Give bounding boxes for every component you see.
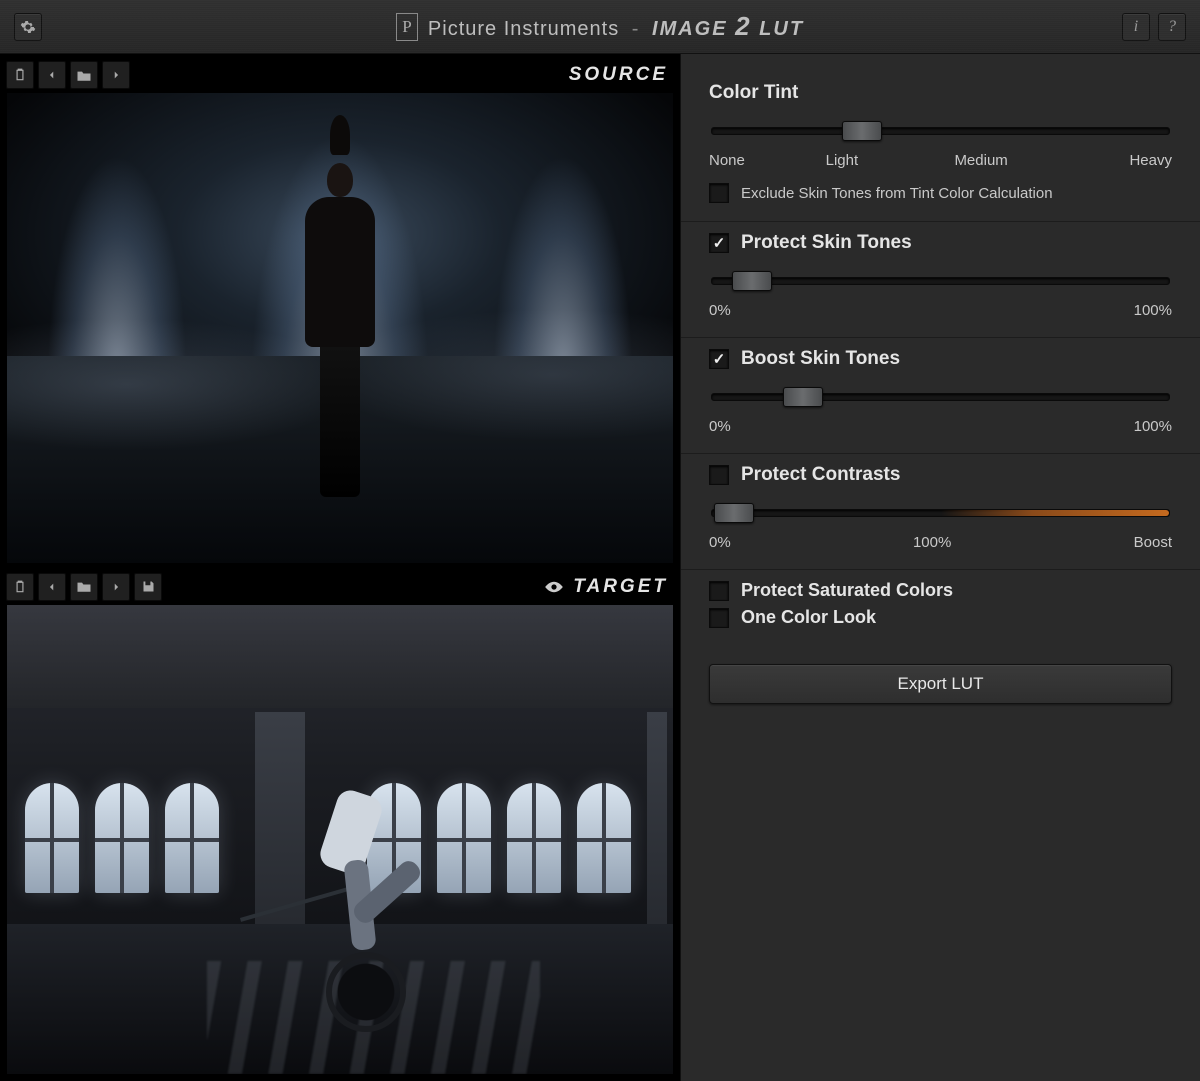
image-panels: SOURCE bbox=[0, 54, 680, 1081]
chevron-right-icon bbox=[111, 68, 121, 82]
source-clipboard-button[interactable] bbox=[6, 61, 34, 89]
clipboard-icon bbox=[13, 579, 27, 595]
help-button[interactable]: ? bbox=[1158, 13, 1186, 41]
boost-skin-section: Boost Skin Tones 0% 100% bbox=[681, 338, 1200, 454]
chevron-left-icon bbox=[47, 68, 57, 82]
protect-skin-handle[interactable] bbox=[732, 271, 772, 291]
target-open-button[interactable] bbox=[70, 573, 98, 601]
app-title: P Picture Instruments - IMAGE 2 LUT bbox=[0, 11, 1200, 42]
color-tint-slider[interactable] bbox=[711, 120, 1170, 142]
brand-logo-icon: P bbox=[396, 13, 418, 41]
target-clipboard-button[interactable] bbox=[6, 573, 34, 601]
chevron-right-icon bbox=[111, 580, 121, 594]
target-image[interactable] bbox=[6, 604, 674, 1076]
chevron-left-icon bbox=[47, 580, 57, 594]
folder-icon bbox=[76, 580, 92, 593]
exclude-skin-tones-checkbox[interactable] bbox=[709, 183, 729, 203]
boost-skin-slider[interactable] bbox=[711, 386, 1170, 408]
clipboard-icon bbox=[13, 67, 27, 83]
target-panel-title: TARGET bbox=[573, 576, 668, 598]
controls-panel: Color Tint None Light Medium Heavy Exclu… bbox=[680, 54, 1200, 1081]
target-panel: TARGET bbox=[6, 570, 674, 1076]
color-tint-title: Color Tint bbox=[709, 82, 1172, 104]
gear-icon bbox=[20, 19, 36, 35]
source-open-button[interactable] bbox=[70, 61, 98, 89]
target-save-button[interactable] bbox=[134, 573, 162, 601]
source-panel: SOURCE bbox=[6, 58, 674, 564]
target-prev-button[interactable] bbox=[38, 573, 66, 601]
color-tint-handle[interactable] bbox=[842, 121, 882, 141]
extra-options-section: Protect Saturated Colors One Color Look bbox=[681, 570, 1200, 646]
source-panel-title: SOURCE bbox=[569, 64, 668, 86]
boost-skin-handle[interactable] bbox=[783, 387, 823, 407]
boost-skin-checkbox[interactable] bbox=[709, 349, 729, 369]
exclude-skin-tones-label: Exclude Skin Tones from Tint Color Calcu… bbox=[741, 185, 1053, 202]
protect-saturated-checkbox[interactable] bbox=[709, 581, 729, 601]
settings-button[interactable] bbox=[14, 13, 42, 41]
protect-skin-slider[interactable] bbox=[711, 270, 1170, 292]
titlebar: P Picture Instruments - IMAGE 2 LUT i ? bbox=[0, 0, 1200, 54]
info-button[interactable]: i bbox=[1122, 13, 1150, 41]
protect-contrasts-slider[interactable] bbox=[711, 502, 1170, 524]
source-image[interactable] bbox=[6, 92, 674, 564]
folder-icon bbox=[76, 69, 92, 82]
eye-icon[interactable] bbox=[543, 580, 565, 594]
protect-contrasts-checkbox[interactable] bbox=[709, 465, 729, 485]
source-prev-button[interactable] bbox=[38, 61, 66, 89]
save-icon bbox=[141, 579, 156, 594]
export-lut-button[interactable]: Export LUT bbox=[709, 664, 1172, 704]
brand-name: Picture Instruments bbox=[428, 18, 619, 40]
protect-skin-section: Protect Skin Tones 0% 100% bbox=[681, 222, 1200, 338]
protect-skin-checkbox[interactable] bbox=[709, 233, 729, 253]
one-color-look-checkbox[interactable] bbox=[709, 608, 729, 628]
source-next-button[interactable] bbox=[102, 61, 130, 89]
protect-contrasts-section: Protect Contrasts 0% 100% Boost bbox=[681, 454, 1200, 570]
protect-contrasts-handle[interactable] bbox=[714, 503, 754, 523]
color-tint-section: Color Tint None Light Medium Heavy Exclu… bbox=[681, 72, 1200, 222]
target-next-button[interactable] bbox=[102, 573, 130, 601]
